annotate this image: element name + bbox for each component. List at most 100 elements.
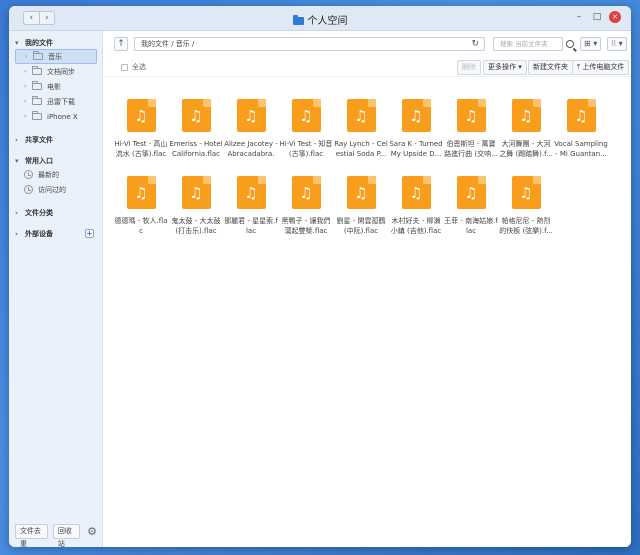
sidebar-head-my-files[interactable]: ▾ 我的文件: [15, 36, 102, 49]
chevron-down-icon: ▾: [15, 38, 19, 47]
music-note-icon: ♫: [189, 184, 203, 202]
maximize-button[interactable]: □: [591, 11, 603, 23]
view-mode-button[interactable]: ⊞ ▾: [580, 37, 602, 51]
minimize-button[interactable]: –: [573, 11, 585, 23]
file-item[interactable]: ♫ Hi-Vi Test - 知音 (古箏).flac: [279, 99, 333, 159]
sidebar-item-music[interactable]: › 音乐: [15, 49, 97, 64]
upload-button[interactable]: ⤒ 上传电脑文件: [572, 60, 630, 75]
file-item[interactable]: ♫ 帕格尼尼 - 熱烈的快板 (弦樂).f...: [499, 176, 553, 236]
file-name: Vocal Sampling - Mi Guantan...: [554, 140, 608, 158]
music-note-icon: ♫: [134, 107, 148, 125]
chevron-right-icon: ›: [15, 229, 18, 238]
sidebar-item-label: 音乐: [48, 52, 62, 61]
file-item[interactable]: ♫ 伯恩斯坦 - 萬寶路進行曲 (交响...: [444, 99, 498, 159]
sidebar-item-doc-sync[interactable]: › 文档同步: [15, 64, 97, 79]
file-item[interactable]: ♫ 鄧麗君 - 星星索.flac: [224, 176, 278, 236]
sidebar-item-movies[interactable]: › 电影: [15, 79, 97, 94]
file-item[interactable]: ♫ 德德瑪 - 牧人.flac: [114, 176, 168, 236]
music-note-icon: ♫: [354, 184, 368, 202]
music-note-icon: ♫: [189, 107, 203, 125]
search-icon[interactable]: [566, 40, 574, 48]
up-button[interactable]: ↑: [114, 37, 128, 51]
file-item[interactable]: ♫ Hi-Vi Test - 高山流水 (古箏).flac: [114, 99, 168, 159]
music-file-icon: ♫: [126, 176, 156, 209]
file-item[interactable]: ♫ Emeriss - Hotel California.flac: [169, 99, 223, 159]
window-controls: – □ ✕: [573, 11, 621, 23]
file-name: 帕格尼尼 - 熱烈的快板 (弦樂).f...: [499, 217, 553, 235]
sidebar-head-shared[interactable]: › 共享文件: [15, 133, 102, 146]
select-all-label: 全选: [132, 63, 146, 71]
chevron-right-icon: ›: [25, 53, 28, 60]
file-item[interactable]: ♫ Ray Lynch - Celestial Soda P...: [334, 99, 388, 159]
delete-button[interactable]: 删除: [457, 60, 481, 75]
sidebar-head-label: 共享文件: [25, 135, 53, 144]
music-note-icon: ♫: [409, 184, 423, 202]
file-name: 鄧麗君 - 星星索.flac: [224, 217, 278, 235]
more-actions-button[interactable]: 更多操作 ▾: [483, 60, 527, 75]
file-name: 德德瑪 - 牧人.flac: [114, 217, 168, 235]
sidebar-item-label: 电影: [47, 82, 61, 91]
file-item[interactable]: ♫ 鬼太鼓 - 大太鼓 (打击乐).flac: [169, 176, 223, 236]
title-bar: ‹ › 个人空间 – □ ✕: [9, 6, 631, 31]
sidebar-head-common[interactable]: ▾ 常用入口: [15, 154, 102, 167]
folder-icon: [32, 96, 42, 105]
sidebar-section-common: ▾ 常用入口 最新的 访问过的: [9, 154, 102, 197]
close-button[interactable]: ✕: [609, 11, 621, 23]
search-input[interactable]: 搜索 当前文件夹: [493, 37, 563, 51]
music-file-icon: ♫: [291, 176, 321, 209]
music-file-icon: ♫: [456, 99, 486, 132]
music-note-icon: ♫: [519, 107, 533, 125]
music-note-icon: ♫: [354, 107, 368, 125]
sidebar-head-label: 我的文件: [25, 38, 53, 47]
new-folder-button[interactable]: 新建文件夹: [528, 60, 573, 75]
file-manager-window: ‹ › 个人空间 – □ ✕ ▾ 我的文件 › 音乐 › 文档同步 › 电影 › 迅雷下载…: [9, 6, 631, 547]
file-item[interactable]: ♫ 王菲 - 南海姑娘.flac: [444, 176, 498, 236]
file-name: Hi-Vi Test - 知音 (古箏).flac: [279, 140, 333, 158]
add-device-icon[interactable]: +: [85, 229, 94, 238]
sidebar-head-label: 文件分类: [25, 208, 53, 217]
sidebar-head-categories[interactable]: › 文件分类: [15, 206, 102, 219]
select-all[interactable]: 全选: [121, 62, 146, 72]
path-bar[interactable]: 我的文件 / 音乐 / ↻: [134, 37, 485, 51]
folder-icon: [32, 66, 42, 75]
recycle-bin-button[interactable]: 回收站: [52, 524, 81, 547]
sidebar-item-visited[interactable]: 访问过的: [15, 182, 97, 197]
music-note-icon: ♫: [409, 107, 423, 125]
layout-button[interactable]: ⁝⁝ ▾: [607, 37, 627, 51]
file-item[interactable]: ♫ 黑鴨子 - 讓我們蕩起雙槳.flac: [279, 176, 333, 236]
folder-icon: [32, 81, 42, 90]
folder-icon: [32, 111, 42, 120]
music-note-icon: ♫: [464, 184, 478, 202]
file-name: Hi-Vi Test - 高山流水 (古箏).flac: [114, 140, 168, 158]
file-item[interactable]: ♫ 木村好夫 - 柳瀨小鎮 (吉他).flac: [389, 176, 443, 236]
sidebar-item-iphone[interactable]: › iPhone X: [15, 109, 97, 124]
sidebar-head-external[interactable]: › 外部设备 +: [15, 227, 102, 240]
window-title: 个人空间: [9, 12, 631, 27]
gear-icon[interactable]: ⚙: [87, 525, 97, 538]
refresh-icon[interactable]: ↻: [471, 38, 479, 50]
sidebar-item-label: iPhone X: [47, 112, 78, 121]
file-item[interactable]: ♫ Sara K - Turned My Upside D...: [389, 99, 443, 159]
sidebar-item-recent[interactable]: 最新的: [15, 167, 97, 182]
music-file-icon: ♫: [181, 176, 211, 209]
music-file-icon: ♫: [511, 176, 541, 209]
music-note-icon: ♫: [574, 107, 588, 125]
file-item[interactable]: ♫ 大河舞團 - 大河之舞 (踢踏舞).f...: [499, 99, 553, 159]
file-item[interactable]: ♫ Alizee Jacotey - Abracadabra.f...: [224, 99, 278, 159]
clock-icon: [24, 170, 33, 179]
chevron-right-icon: ›: [24, 68, 27, 75]
file-item[interactable]: ♫ Vocal Sampling - Mi Guantan...: [554, 99, 608, 159]
music-file-icon: ♫: [401, 176, 431, 209]
music-note-icon: ♫: [134, 184, 148, 202]
chevron-right-icon: ›: [15, 208, 18, 217]
sidebar-item-label: 最新的: [38, 170, 59, 179]
music-file-icon: ♫: [291, 99, 321, 132]
sidebar-item-downloads[interactable]: › 迅雷下载: [15, 94, 97, 109]
file-name: 木村好夫 - 柳瀨小鎮 (吉他).flac: [390, 217, 442, 235]
toolbar: ↑ 我的文件 / 音乐 / ↻ 搜索 当前文件夹 ⊞ ▾ ⁝⁝ ▾: [103, 31, 631, 57]
select-all-checkbox[interactable]: [121, 63, 128, 71]
path-text: 我的文件 / 音乐 /: [141, 40, 195, 48]
dedupe-button[interactable]: 文件去重: [15, 524, 48, 547]
file-item[interactable]: ♫ 劉星 - 閑雲孤鶴 (中阮).flac: [334, 176, 388, 236]
window-title-text: 个人空间: [307, 16, 348, 27]
